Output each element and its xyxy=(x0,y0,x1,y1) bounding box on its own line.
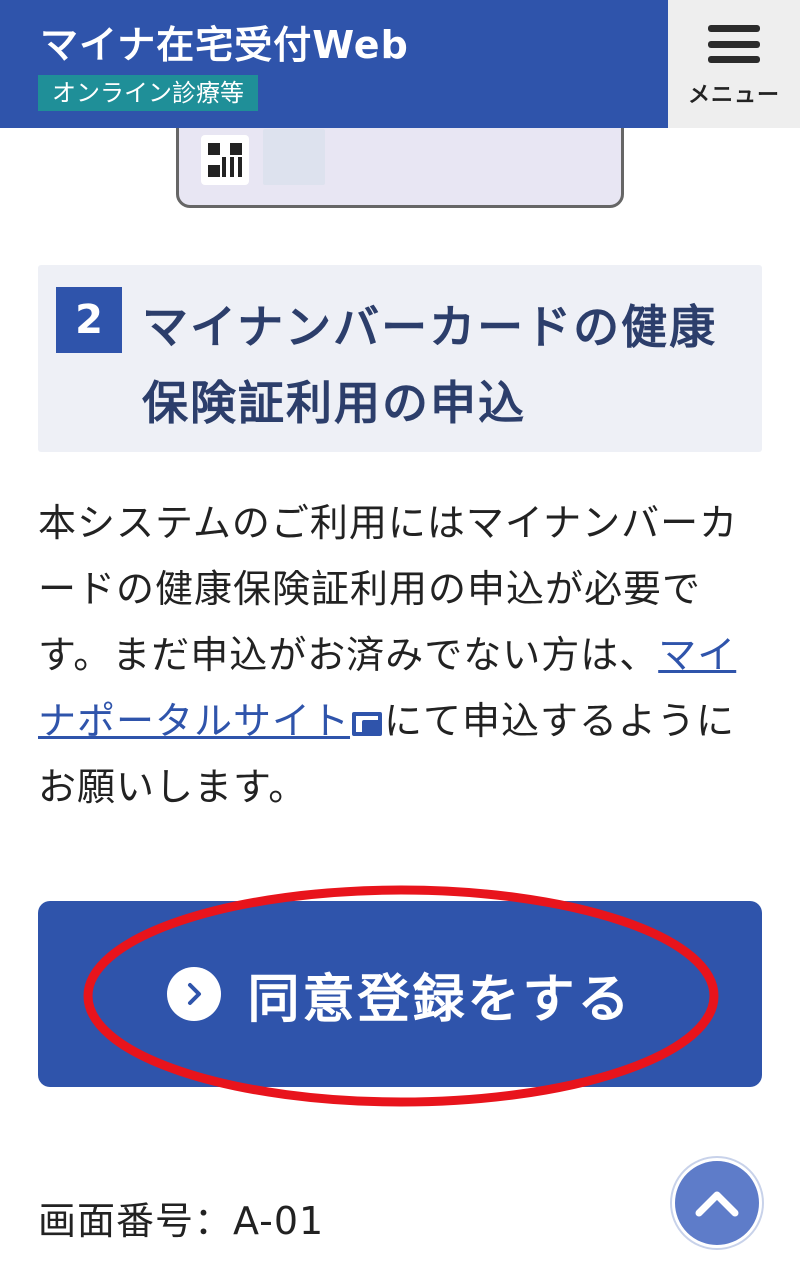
app-title: マイナ在宅受付Web xyxy=(40,23,409,67)
external-link-icon[interactable] xyxy=(352,712,383,736)
consent-button-label: 同意登録をする xyxy=(247,969,633,1030)
hamburger-icon xyxy=(708,25,760,63)
chevron-right-circle-icon xyxy=(167,967,222,1021)
step-number-badge: 2 xyxy=(56,287,122,353)
brand-area[interactable]: マイナ在宅受付Web オンライン診療等 xyxy=(0,0,668,128)
qr-code-icon xyxy=(201,135,249,185)
app-header: マイナ在宅受付Web オンライン診療等 メニュー xyxy=(0,0,800,128)
card-photo-placeholder xyxy=(263,129,325,185)
chevron-up-icon xyxy=(695,1191,739,1217)
menu-button[interactable]: メニュー xyxy=(668,0,800,128)
instruction-text: 本システムのご利用にはマイナンバーカードの健康保険証利用の申込が必要です。まだ申… xyxy=(38,490,766,820)
scroll-to-top-button[interactable] xyxy=(672,1158,762,1248)
screen-id-label: 画面番号：A-01 xyxy=(38,1199,325,1243)
section-heading: 2 マイナンバーカードの健康保険証利用の申込 xyxy=(38,265,762,452)
menu-label: メニュー xyxy=(687,83,780,108)
consent-register-button[interactable]: 同意登録をする xyxy=(38,901,762,1087)
instruction-text-before: 本システムのご利用にはマイナンバーカードの健康保険証利用の申込が必要です。まだ申… xyxy=(38,501,739,677)
app-subtitle-badge: オンライン診療等 xyxy=(38,75,258,111)
section-title: マイナンバーカードの健康保険証利用の申込 xyxy=(142,300,718,430)
